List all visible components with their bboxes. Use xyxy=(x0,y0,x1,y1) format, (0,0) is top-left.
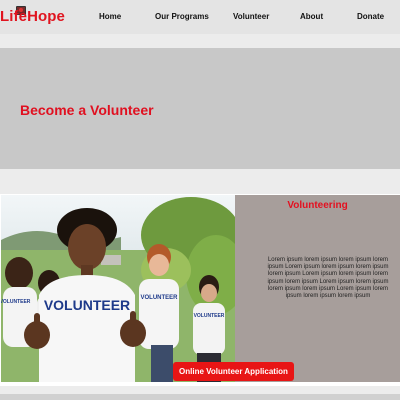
hero-title: Become a Volunteer xyxy=(20,102,154,118)
volunteer-shirt-text-2: VOLUNTEER xyxy=(140,295,178,301)
next-section-edge xyxy=(0,394,400,400)
volunteering-section: VOLUNTEER VOLUNTEER VOLUNTEER VOLUNTEER … xyxy=(0,194,400,386)
volunteer-shirt-text-3: VOLUNTEER xyxy=(194,313,225,319)
volunteer-shirt-text-4: VOLUNTEER xyxy=(1,299,31,305)
volunteers-photo: VOLUNTEER VOLUNTEER VOLUNTEER VOLUNTEER xyxy=(1,195,235,382)
nav-link-volunteer[interactable]: Volunteer xyxy=(233,12,269,21)
nav-link-our-programs[interactable]: Our Programs xyxy=(155,12,209,21)
volunteering-description: Lorem ipsum lorem ipsum lorem ipsum lore… xyxy=(267,257,389,300)
online-volunteer-application-button[interactable]: Online Volunteer Application xyxy=(173,362,294,381)
volunteering-title: Volunteering xyxy=(287,200,348,211)
volunteers-photo-illustration: VOLUNTEER VOLUNTEER VOLUNTEER VOLUNTEER xyxy=(1,195,235,382)
hero-banner: Become a Volunteer xyxy=(0,48,400,169)
volunteer-shirt-text: VOLUNTEER xyxy=(44,297,130,313)
nav-link-about[interactable]: About xyxy=(300,12,323,21)
logo[interactable]: LifeHope xyxy=(0,4,65,30)
brand-name: LifeHope xyxy=(0,8,65,25)
nav-link-donate[interactable]: Donate xyxy=(357,12,384,21)
navbar: LifeHope Home Our Programs Volunteer Abo… xyxy=(0,0,400,34)
nav-link-home[interactable]: Home xyxy=(99,12,121,21)
volunteering-info-panel: Volunteering Lorem ipsum lorem ipsum lor… xyxy=(235,195,400,382)
